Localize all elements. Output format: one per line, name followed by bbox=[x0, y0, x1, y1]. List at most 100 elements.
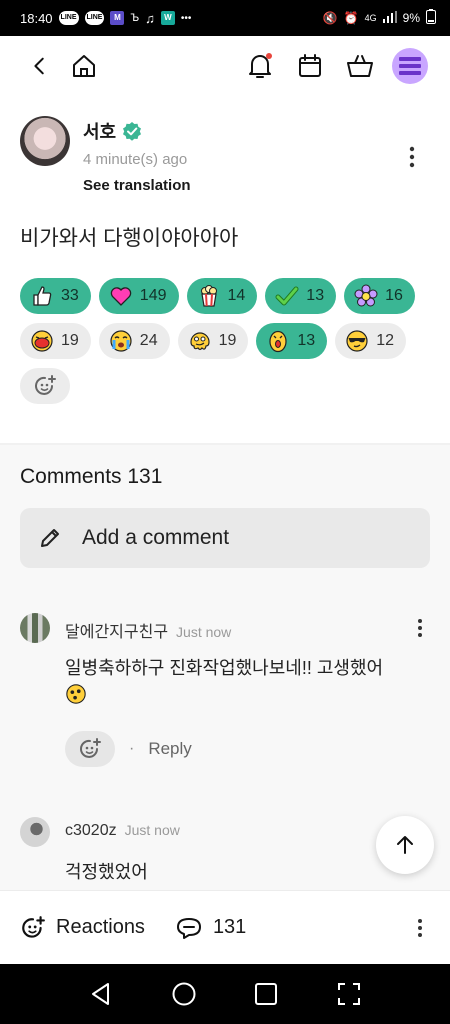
add-comment-field[interactable]: Add a comment bbox=[20, 508, 430, 568]
reaction-surprised[interactable]: 13 bbox=[256, 323, 328, 359]
crying-face-icon bbox=[109, 329, 133, 353]
top-navigation bbox=[0, 36, 450, 96]
flower-icon bbox=[354, 284, 378, 308]
back-button[interactable] bbox=[18, 44, 62, 88]
melting-face-icon bbox=[188, 329, 212, 353]
author-name-row[interactable]: 서호 bbox=[83, 118, 142, 144]
notification-dot bbox=[266, 53, 272, 59]
weverse-icon: Ъ bbox=[130, 12, 140, 24]
pencil-icon bbox=[41, 529, 59, 547]
menu-icon bbox=[392, 48, 428, 84]
comment-body: 걱정했었어 bbox=[65, 857, 425, 887]
commenter-name[interactable]: 달에간지구친구 bbox=[65, 624, 168, 641]
comments-button[interactable]: 131 bbox=[175, 916, 246, 940]
comment-actions: · Reply bbox=[65, 731, 192, 767]
reaction-cool[interactable]: 12 bbox=[335, 323, 406, 359]
author-avatar[interactable] bbox=[20, 116, 70, 166]
commenter-avatar[interactable] bbox=[20, 613, 50, 643]
music-icon: ♫ bbox=[145, 10, 155, 26]
reaction-flower[interactable]: 16 bbox=[344, 278, 415, 314]
mute-icon: 🔇 bbox=[322, 11, 338, 25]
reaction-count: 14 bbox=[227, 287, 246, 304]
surprised-face-icon bbox=[266, 329, 290, 353]
reaction-count: 19 bbox=[61, 332, 79, 349]
reaction-count: 13 bbox=[306, 287, 325, 304]
reaction-checkmark[interactable]: 13 bbox=[265, 278, 337, 314]
commenter-name-row[interactable]: 달에간지구친구 Just now bbox=[65, 618, 231, 642]
home-button[interactable] bbox=[62, 44, 106, 88]
post-body: 비가와서 다행이야아아아 bbox=[20, 227, 239, 250]
calendar-button[interactable] bbox=[288, 44, 332, 88]
comment-item: c3020z Just now 걱정했었어 bbox=[20, 817, 430, 887]
verified-badge-icon bbox=[123, 122, 142, 141]
home-icon bbox=[73, 55, 95, 77]
reaction-popcorn[interactable]: 14 bbox=[186, 278, 258, 314]
battery-icon bbox=[426, 9, 436, 27]
reaction-count: 24 bbox=[139, 332, 158, 349]
kebab-icon bbox=[409, 146, 415, 168]
kebab-icon bbox=[418, 619, 422, 637]
line-app-icon: LINE bbox=[58, 11, 79, 25]
chevron-left-icon bbox=[34, 57, 44, 75]
reaction-count: 16 bbox=[385, 287, 403, 304]
confused-emoji-icon bbox=[66, 684, 86, 704]
battery-percent: 9% bbox=[402, 11, 420, 25]
comment-text: 일병축하하구 진화작업했나보네!! 고생했어 bbox=[65, 658, 384, 678]
reactions-row-3 bbox=[20, 368, 430, 404]
post-more-button[interactable] bbox=[400, 144, 424, 170]
post-more-bottom-button[interactable] bbox=[410, 918, 430, 938]
more-notifications-icon: ••• bbox=[180, 12, 192, 24]
thumbs-up-icon bbox=[30, 284, 54, 308]
menu-button[interactable] bbox=[388, 44, 432, 88]
reaction-laughing[interactable]: 19 bbox=[20, 323, 91, 359]
reactions-panel: 33 149 14 13 16 19 24 19 13 12 bbox=[20, 278, 430, 413]
commenter-name-row[interactable]: c3020z Just now bbox=[65, 822, 180, 840]
reaction-count: 149 bbox=[139, 287, 167, 304]
reply-button[interactable]: Reply bbox=[148, 739, 191, 759]
comments-title: Comments 131 bbox=[20, 465, 163, 488]
comment-body: 일병축하하구 진화작업했나보네!! 고생했어 bbox=[65, 653, 425, 714]
reaction-crying[interactable]: 24 bbox=[98, 323, 170, 359]
reaction-melting[interactable]: 19 bbox=[177, 323, 249, 359]
shop-button[interactable] bbox=[338, 44, 382, 88]
commenter-name[interactable]: c3020z bbox=[65, 822, 117, 839]
add-reaction-icon bbox=[22, 915, 45, 938]
android-back-button[interactable] bbox=[88, 981, 114, 1007]
laughing-face-icon bbox=[30, 329, 54, 353]
comment-more-button[interactable] bbox=[410, 617, 430, 639]
reactions-label: Reactions bbox=[56, 916, 145, 938]
reaction-count: 12 bbox=[376, 332, 394, 349]
add-reaction-button[interactable] bbox=[20, 368, 70, 404]
commenter-avatar[interactable] bbox=[20, 817, 50, 847]
add-reaction-icon bbox=[35, 375, 56, 395]
kebab-icon bbox=[418, 918, 422, 937]
scroll-to-top-button[interactable] bbox=[376, 816, 434, 874]
checkmark-icon bbox=[275, 284, 299, 308]
post-time: 4 minute(s) ago bbox=[83, 151, 188, 168]
android-home-button[interactable] bbox=[171, 981, 197, 1007]
cool-face-icon bbox=[345, 329, 369, 353]
comment-add-reaction-button[interactable] bbox=[65, 731, 115, 767]
heart-icon bbox=[109, 284, 133, 308]
reaction-count: 19 bbox=[218, 332, 237, 349]
comment-bubble-icon bbox=[176, 917, 201, 939]
add-comment-placeholder: Add a comment bbox=[82, 526, 230, 549]
status-time: 18:40 bbox=[20, 10, 53, 26]
comments-count: 131 bbox=[212, 916, 247, 938]
android-recents-button[interactable] bbox=[253, 981, 279, 1007]
post-header: 서호 4 minute(s) ago See translation bbox=[20, 114, 430, 200]
author-name[interactable]: 서호 bbox=[83, 118, 116, 144]
reaction-thumbs-up[interactable]: 33 bbox=[20, 278, 91, 314]
comment-time: Just now bbox=[124, 822, 180, 838]
notifications-button[interactable] bbox=[238, 44, 282, 88]
reactions-row-1: 33 149 14 13 16 bbox=[20, 278, 430, 314]
reaction-count: 13 bbox=[297, 332, 316, 349]
android-fullscreen-button[interactable] bbox=[336, 981, 362, 1007]
signal-icon bbox=[382, 10, 397, 26]
comments-section: Comments 131 Add a comment 달에간지구친구 Just n… bbox=[0, 445, 450, 890]
w-app-icon: W bbox=[160, 11, 175, 25]
reaction-heart[interactable]: 149 bbox=[98, 278, 179, 314]
see-translation-link[interactable]: See translation bbox=[83, 177, 191, 194]
comment-item: 달에간지구친구 Just now 일병축하하구 진화작업했나보네!! 고생했어 ·… bbox=[20, 613, 430, 773]
reactions-button[interactable]: Reactions bbox=[20, 915, 145, 941]
